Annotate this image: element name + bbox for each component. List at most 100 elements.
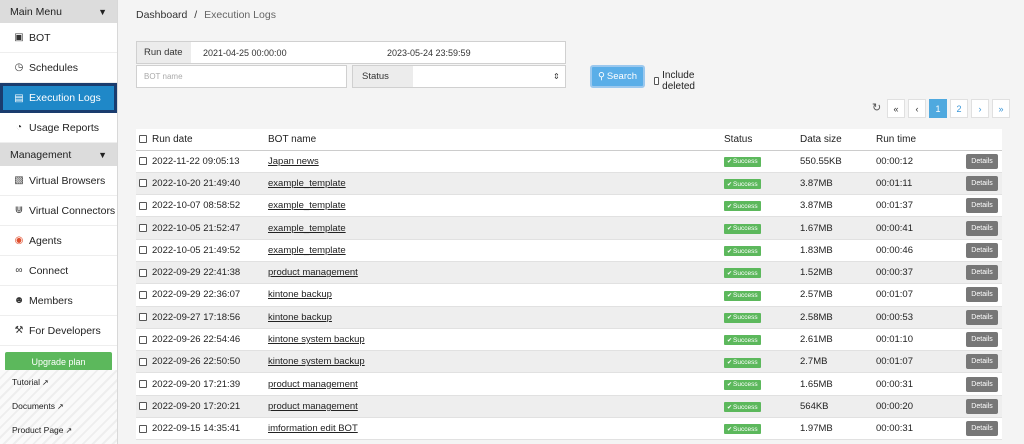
- details-button[interactable]: Details: [966, 376, 998, 392]
- sidebar-item-virtual-connectors[interactable]: ⋓ Virtual Connectors: [0, 196, 117, 226]
- cell-actions: Details: [964, 372, 1002, 396]
- cell-run-date: 2022-09-20 17:21:39: [136, 372, 266, 396]
- header-run-date[interactable]: Run date: [136, 129, 266, 151]
- select-all-checkbox[interactable]: [139, 135, 147, 144]
- bot-name-link[interactable]: kintone system backup: [268, 334, 365, 345]
- table-header-row: Run date BOT name Status Data size Run t…: [136, 129, 1002, 151]
- row-checkbox[interactable]: [139, 268, 147, 277]
- prev-page-button[interactable]: ‹: [908, 99, 926, 118]
- next-page-button[interactable]: ›: [971, 99, 989, 118]
- status-badge-label: Success: [733, 425, 758, 433]
- details-button[interactable]: Details: [966, 398, 998, 414]
- bot-name-field[interactable]: BOT name: [136, 65, 347, 88]
- cell-run-date: 2022-09-26 22:54:46: [136, 328, 266, 352]
- header-bot-name: BOT name: [266, 129, 722, 151]
- product-page-link[interactable]: Product Page ↗: [0, 418, 117, 442]
- cell-bot-name: example_template: [266, 216, 722, 240]
- sidebar-item-execution-logs[interactable]: ▤ Execution Logs: [0, 83, 117, 113]
- bot-name-link[interactable]: imformation edit BOT: [268, 423, 358, 434]
- date-from-input[interactable]: 2021-04-25 00:00:00: [203, 42, 287, 63]
- row-checkbox[interactable]: [139, 357, 147, 366]
- bot-name-link[interactable]: product management: [268, 401, 358, 412]
- row-checkbox[interactable]: [139, 179, 147, 188]
- product-page-link-label: Product Page: [12, 425, 64, 435]
- include-deleted-checkbox[interactable]: [654, 77, 660, 85]
- sidebar-item-for-developers[interactable]: ⚒ For Developers: [0, 316, 117, 346]
- details-button[interactable]: Details: [966, 153, 998, 169]
- management-header[interactable]: Management ▼: [0, 143, 117, 166]
- status-badge-label: Success: [733, 314, 758, 322]
- cell-bot-name: product management: [266, 372, 722, 396]
- sidebar-item-usage-reports[interactable]: ◔ Usage Reports: [0, 113, 117, 143]
- status-badge-label: Success: [733, 202, 758, 210]
- cell-status: ✔ Success: [722, 261, 798, 285]
- bot-name-link[interactable]: product management: [268, 267, 358, 278]
- breadcrumb-dashboard[interactable]: Dashboard: [136, 9, 187, 21]
- row-checkbox[interactable]: [139, 335, 147, 344]
- row-checkbox[interactable]: [139, 246, 147, 255]
- row-checkbox[interactable]: [139, 201, 147, 210]
- external-link-icon: ↗: [65, 425, 73, 435]
- sidebar-item-connect[interactable]: ∞ Connect: [0, 256, 117, 286]
- search-button[interactable]: ⚲ Search: [590, 65, 645, 88]
- details-button[interactable]: Details: [966, 421, 998, 437]
- status-badge: ✔ Success: [724, 290, 761, 301]
- sidebar-item-label: Members: [29, 294, 73, 307]
- page-2-button[interactable]: 2: [950, 99, 968, 118]
- row-checkbox[interactable]: [139, 313, 147, 322]
- status-badge-label: Success: [733, 225, 758, 233]
- documents-link[interactable]: Documents ↗: [0, 394, 117, 418]
- details-button[interactable]: Details: [966, 265, 998, 281]
- cell-actions: Details: [964, 194, 1002, 218]
- sidebar-item-bot[interactable]: ▣ BOT: [0, 23, 117, 53]
- tutorial-link[interactable]: Tutorial ↗: [0, 370, 117, 394]
- sidebar-item-schedules[interactable]: ◷ Schedules: [0, 53, 117, 83]
- details-button[interactable]: Details: [966, 198, 998, 214]
- date-to-input[interactable]: 2023-05-24 23:59:59: [387, 42, 471, 63]
- table-body: 2022-11-22 09:05:13 Japan news ✔ Success 550…: [136, 150, 1002, 441]
- sidebar-item-virtual-browsers[interactable]: ▧ Virtual Browsers: [0, 166, 117, 196]
- details-button[interactable]: Details: [966, 220, 998, 236]
- bot-name-link[interactable]: kintone system backup: [268, 356, 365, 367]
- details-button[interactable]: Details: [966, 354, 998, 370]
- refresh-icon[interactable]: ↻: [872, 101, 881, 114]
- upgrade-plan-button[interactable]: Upgrade plan: [5, 352, 112, 371]
- bot-name-link[interactable]: Japan news: [268, 156, 319, 167]
- details-button[interactable]: Details: [966, 242, 998, 258]
- cell-run-date: 2022-09-29 22:36:07: [136, 283, 266, 307]
- row-checkbox[interactable]: [139, 157, 147, 166]
- bot-name-link[interactable]: example_template: [268, 178, 346, 189]
- row-checkbox[interactable]: [139, 402, 147, 411]
- row-checkbox[interactable]: [139, 380, 147, 389]
- sidebar-item-agents[interactable]: ◉ Agents: [0, 226, 117, 256]
- details-button[interactable]: Details: [966, 309, 998, 325]
- details-button[interactable]: Details: [966, 287, 998, 303]
- table-row: 2022-10-07 08:58:52 example_template ✔ Succ…: [136, 194, 1002, 218]
- bot-name-link[interactable]: example_template: [268, 245, 346, 256]
- first-page-button[interactable]: «: [887, 99, 905, 118]
- header-run-date-label: Run date: [152, 133, 193, 145]
- cell-status: ✔ Success: [722, 306, 798, 329]
- sidebar-item-members[interactable]: ☻ Members: [0, 286, 117, 316]
- sidebar-item-label: Virtual Browsers: [29, 174, 106, 187]
- bot-name-link[interactable]: product management: [268, 379, 358, 390]
- status-select[interactable]: Status ⇕: [352, 65, 566, 88]
- bot-name-link[interactable]: example_template: [268, 200, 346, 211]
- row-checkbox[interactable]: [139, 224, 147, 233]
- bot-name-link[interactable]: kintone backup: [268, 312, 332, 323]
- page-1-button[interactable]: 1: [929, 99, 947, 118]
- row-checkbox[interactable]: [139, 424, 147, 433]
- details-button[interactable]: Details: [966, 175, 998, 191]
- cell-bot-name: kintone backup: [266, 306, 722, 329]
- cell-bot-name: product management: [266, 261, 722, 285]
- run-date-value: 2022-09-26 22:54:46: [152, 334, 241, 346]
- details-button[interactable]: Details: [966, 332, 998, 348]
- row-checkbox[interactable]: [139, 290, 147, 299]
- main-menu-header[interactable]: Main Menu ▼: [0, 0, 117, 23]
- last-page-button[interactable]: »: [992, 99, 1010, 118]
- bot-name-link[interactable]: example_template: [268, 223, 346, 234]
- table-row: 2022-10-05 21:49:52 example_template ✔ Succ…: [136, 239, 1002, 262]
- cell-status: ✔ Success: [722, 395, 798, 419]
- include-deleted-toggle[interactable]: Include deleted: [654, 70, 698, 92]
- bot-name-link[interactable]: kintone backup: [268, 289, 332, 300]
